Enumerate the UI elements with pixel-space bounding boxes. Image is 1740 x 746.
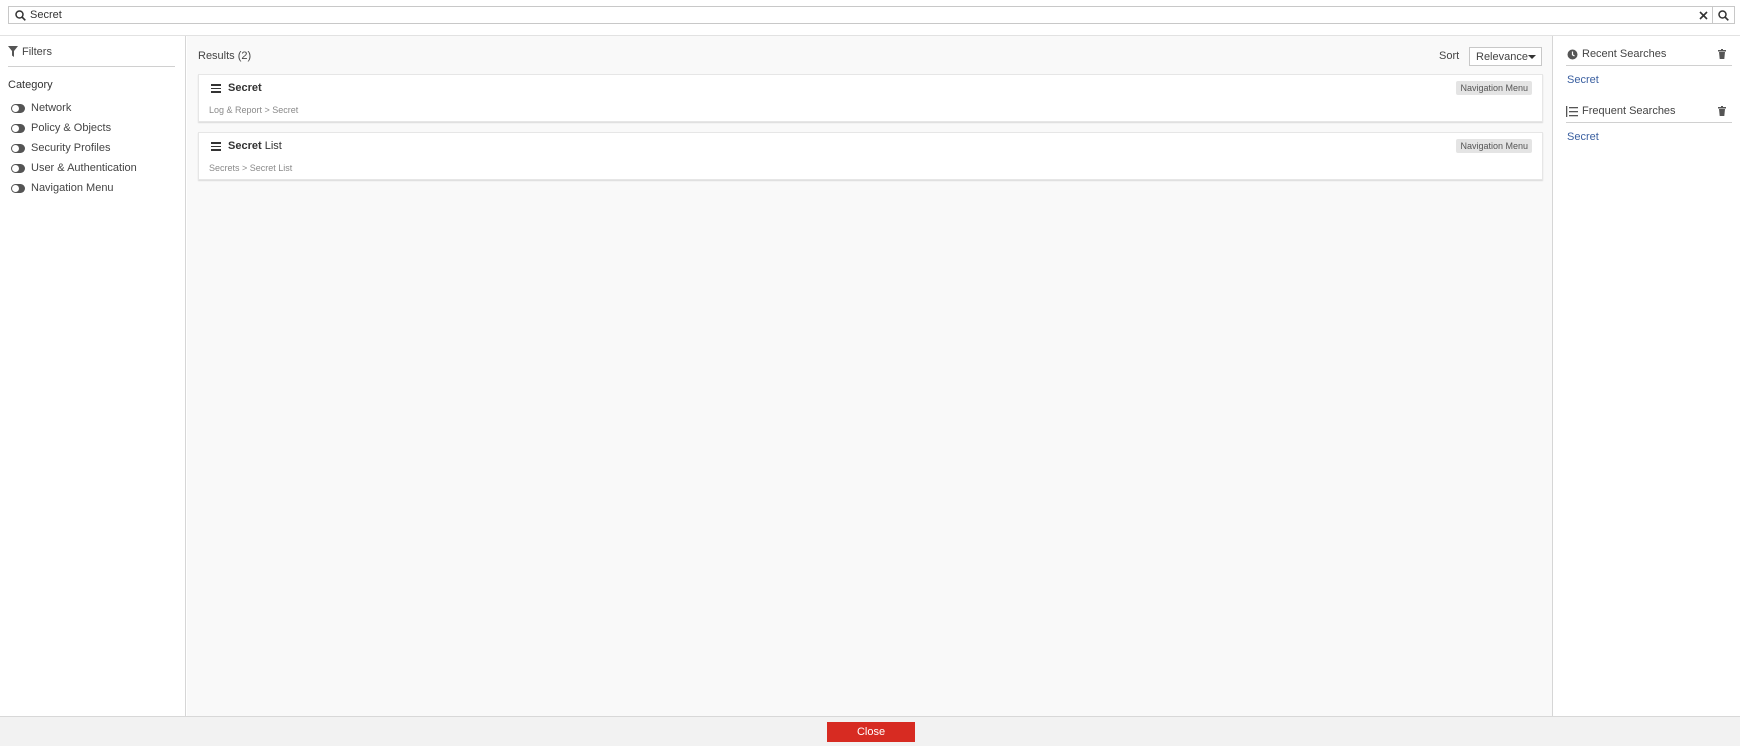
filter-icon [8, 46, 18, 60]
result-badge: Navigation Menu [1456, 81, 1532, 95]
category-toggle-user-authentication[interactable]: User & Authentication [11, 158, 137, 178]
category-list: Network Policy & Objects Security Profil… [11, 98, 137, 198]
footer: Close [0, 716, 1740, 746]
result-badge: Navigation Menu [1456, 139, 1532, 153]
menu-icon [211, 142, 221, 151]
sort-dropdown[interactable]: Relevance [1469, 47, 1542, 66]
search-input[interactable] [27, 7, 1694, 23]
recent-searches-title: Recent Searches [1582, 48, 1667, 60]
clear-search-button[interactable] [1694, 7, 1712, 23]
category-toggle-network[interactable]: Network [11, 98, 137, 118]
toggle-icon [11, 163, 25, 173]
results-panel: Results (2) Sort Relevance Secret Log & … [187, 36, 1553, 716]
category-toggle-policy-objects[interactable]: Policy & Objects [11, 118, 137, 138]
filters-title: Filters [22, 46, 52, 58]
menu-icon [211, 84, 221, 93]
history-panel: Recent Searches Secret Frequent Searches… [1554, 36, 1740, 716]
frequent-search-item[interactable]: Secret [1567, 131, 1599, 143]
toggle-icon [11, 123, 25, 133]
close-button[interactable]: Close [827, 722, 915, 742]
caret-down-icon [1528, 54, 1536, 59]
filters-panel: Filters Category Network Policy & Object… [0, 36, 186, 716]
result-card[interactable]: Secret List Secrets > Secret List Naviga… [198, 132, 1543, 180]
search-icon [1718, 9, 1729, 21]
category-label: Navigation Menu [31, 182, 114, 194]
search-submit-button[interactable] [1712, 7, 1734, 23]
sort-value: Relevance [1476, 50, 1528, 63]
results-count: Results (2) [198, 50, 252, 62]
recent-searches-header: Recent Searches [1566, 48, 1732, 66]
close-icon [1698, 10, 1708, 20]
category-label: Policy & Objects [31, 122, 112, 134]
ordered-list-icon [1566, 105, 1578, 117]
category-label: Security Profiles [31, 142, 111, 154]
toggle-icon [11, 143, 25, 153]
category-label: User & Authentication [31, 162, 137, 174]
toggle-icon [11, 183, 25, 193]
trash-icon[interactable] [1718, 48, 1728, 59]
frequent-searches-header: Frequent Searches [1566, 105, 1732, 123]
result-title: Secret List [228, 140, 282, 152]
result-path: Log & Report > Secret [209, 105, 299, 115]
category-title: Category [8, 79, 53, 91]
category-toggle-navigation-menu[interactable]: Navigation Menu [11, 178, 137, 198]
sort-label: Sort [1439, 50, 1460, 62]
result-card[interactable]: Secret Log & Report > Secret Navigation … [198, 74, 1543, 122]
clock-icon [1566, 48, 1578, 60]
result-title: Secret [228, 82, 262, 94]
result-path: Secrets > Secret List [209, 163, 293, 173]
filters-header: Filters [8, 46, 175, 67]
trash-icon[interactable] [1718, 105, 1728, 116]
search-bar [8, 6, 1735, 24]
category-toggle-security-profiles[interactable]: Security Profiles [11, 138, 137, 158]
category-label: Network [31, 102, 72, 114]
toggle-icon [11, 103, 25, 113]
frequent-searches-title: Frequent Searches [1582, 105, 1676, 117]
search-icon [13, 8, 27, 22]
recent-search-item[interactable]: Secret [1567, 74, 1599, 86]
